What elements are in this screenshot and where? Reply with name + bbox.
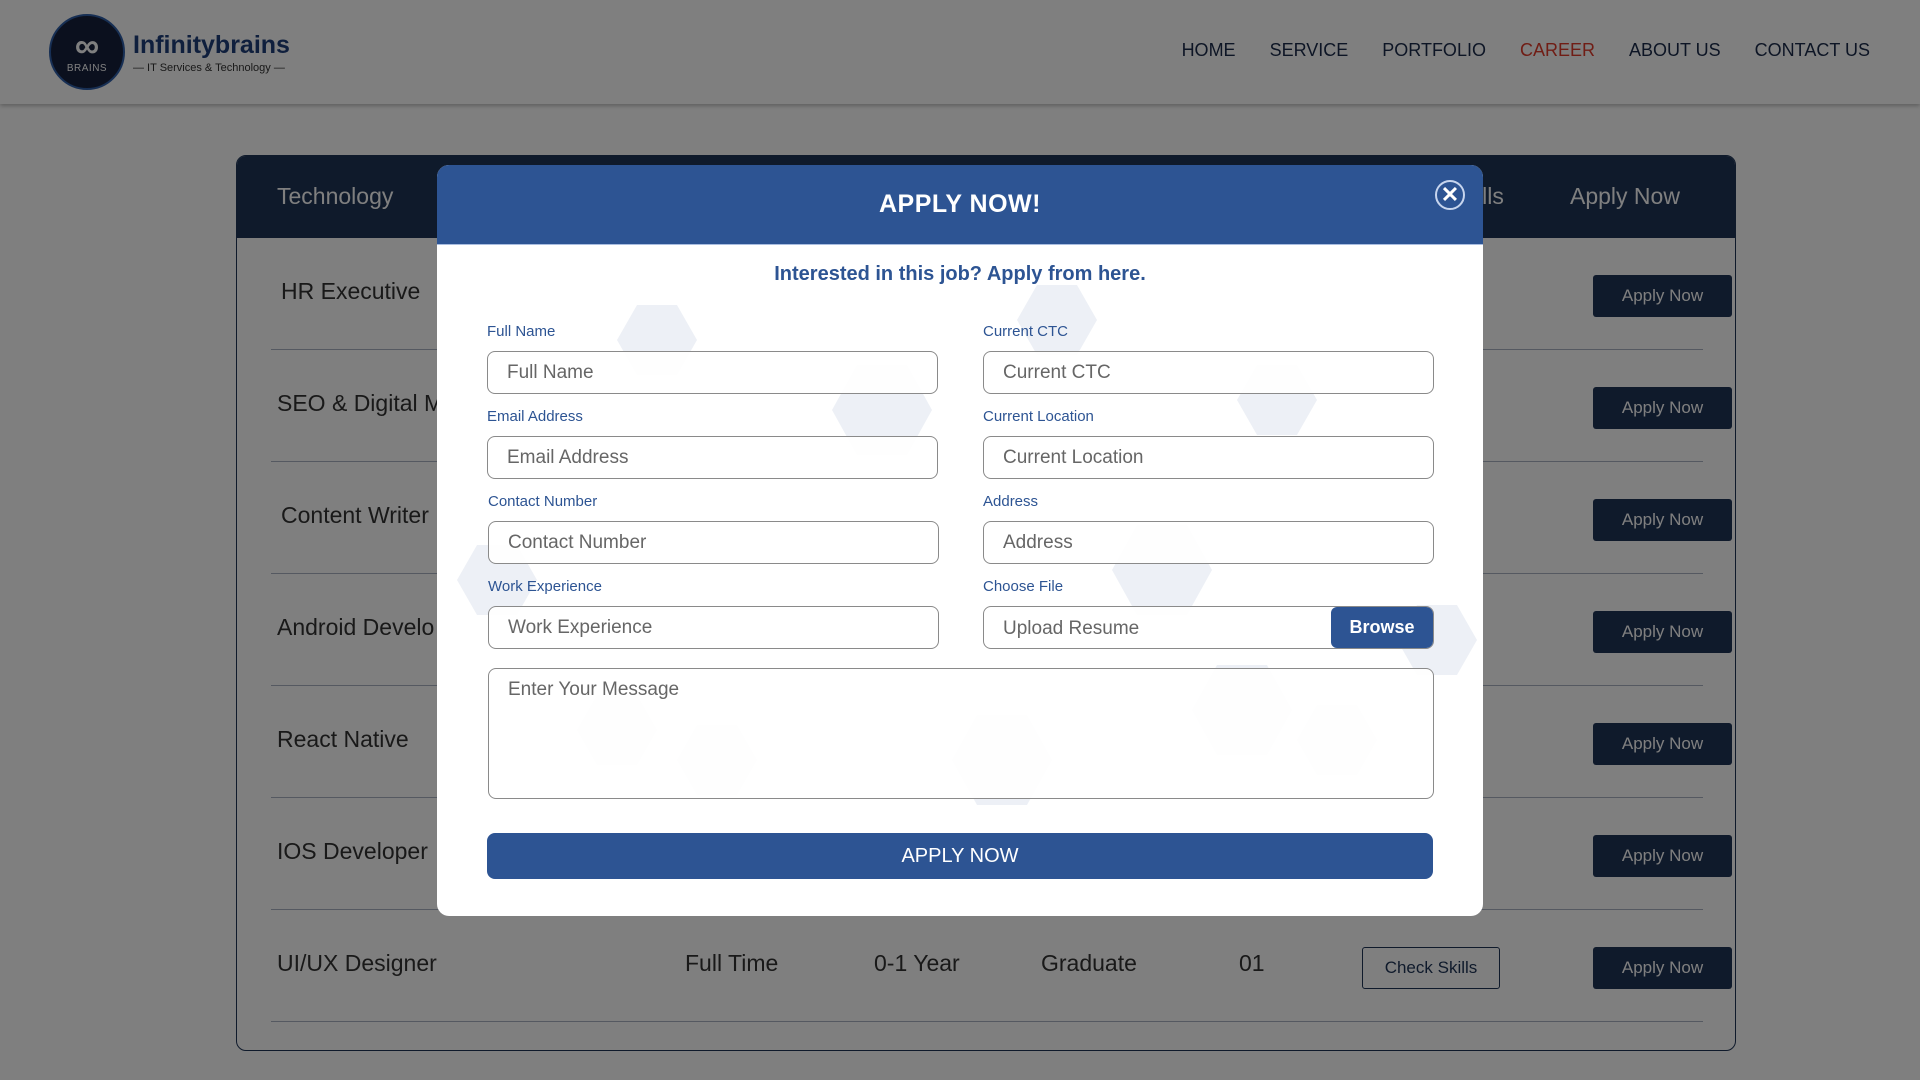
modal-title: APPLY NOW! <box>879 190 1041 218</box>
upload-resume-placeholder: Upload Resume <box>1003 618 1140 639</box>
address-label: Address <box>983 493 1039 510</box>
browse-button[interactable]: Browse <box>1331 607 1433 648</box>
apply-now-submit-button[interactable]: APPLY NOW <box>487 833 1433 879</box>
work-experience-label: Work Experience <box>488 578 602 595</box>
current-ctc-label: Current CTC <box>983 323 1069 340</box>
close-icon[interactable]: ✕ <box>1435 180 1465 210</box>
current-ctc-input[interactable] <box>983 351 1434 394</box>
message-textarea[interactable] <box>488 668 1434 799</box>
address-input[interactable] <box>983 521 1434 564</box>
choose-file-label: Choose File <box>983 578 1064 595</box>
work-experience-input[interactable] <box>488 606 939 649</box>
modal-header: APPLY NOW! ✕ <box>437 165 1483 245</box>
modal-subtitle: Interested in this job? Apply from here. <box>774 263 1146 285</box>
apply-modal: APPLY NOW! ✕ Interested in this job? App… <box>437 165 1483 916</box>
current-location-input[interactable] <box>983 436 1434 479</box>
contact-number-label: Contact Number <box>488 493 598 510</box>
contact-number-input[interactable] <box>488 521 939 564</box>
email-label: Email Address <box>487 408 583 425</box>
email-input[interactable] <box>487 436 938 479</box>
resume-file-input[interactable]: Upload Resume Browse <box>983 606 1434 649</box>
current-location-label: Current Location <box>983 408 1094 425</box>
full-name-input[interactable] <box>487 351 938 394</box>
full-name-label: Full Name <box>487 323 556 340</box>
